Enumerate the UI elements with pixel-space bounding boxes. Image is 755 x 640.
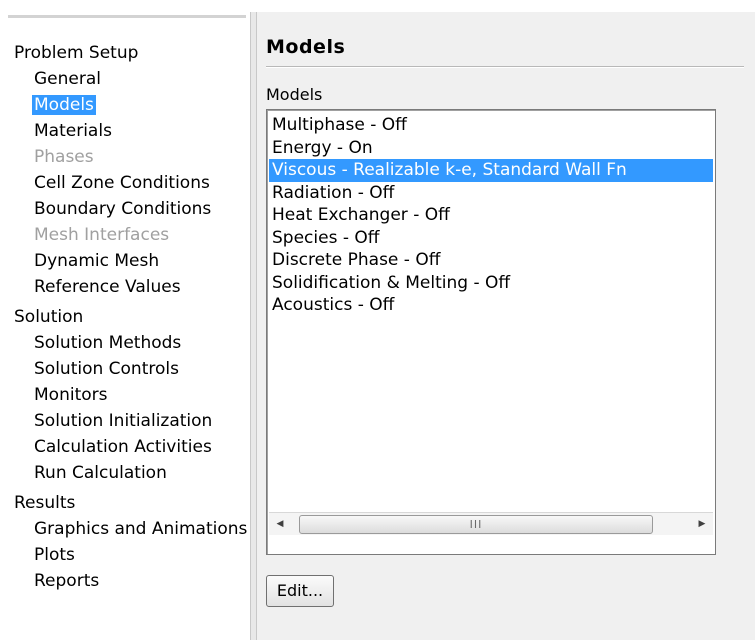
edit-button[interactable]: Edit... [266, 575, 334, 607]
nav-item-label: Mesh Interfaces [34, 225, 170, 245]
models-list: Multiphase - Off Energy - On Viscous - Rea… [269, 114, 713, 317]
model-list-item[interactable]: Radiation - Off [269, 182, 713, 205]
nav-item: Mesh Interfaces [0, 222, 250, 248]
navigation-pane: Problem Setup General Models Materials Phase… [0, 0, 250, 640]
nav-section-heading[interactable]: Results [0, 490, 250, 516]
nav-item[interactable]: Dynamic Mesh [0, 248, 250, 274]
nav-item-label: Run Calculation [34, 463, 167, 483]
nav-item[interactable]: Run Calculation [0, 460, 250, 486]
nav-item[interactable]: Solution Methods [0, 330, 250, 356]
model-list-item[interactable]: Species - Off [269, 227, 713, 250]
title-divider [266, 66, 744, 68]
nav-item-label: Plots [34, 545, 75, 565]
scroll-right-arrow-icon[interactable]: ▶ [691, 513, 713, 535]
nav-item[interactable]: Solution Initialization [0, 408, 250, 434]
nav-item[interactable]: Cell Zone Conditions [0, 170, 250, 196]
nav-item-label: Solution Controls [34, 359, 179, 379]
nav-section: Problem Setup General Models Materials Phase… [0, 40, 250, 300]
nav-item-label: Solution Methods [34, 333, 182, 353]
nav-item[interactable]: Graphics and Animations [0, 516, 250, 542]
nav-section: Solution Solution Methods Solution Control… [0, 304, 250, 486]
nav-item-list: Solution Methods Solution Controls Monitor… [0, 330, 250, 486]
navigation-top-divider [8, 15, 246, 18]
nav-item-label: Reference Values [34, 277, 181, 297]
nav-item[interactable]: General [0, 66, 250, 92]
nav-item[interactable]: Models [0, 92, 250, 118]
nav-item-label: General [34, 69, 101, 89]
scroll-left-arrow-icon[interactable]: ◀ [269, 513, 291, 535]
nav-item-label: Materials [34, 121, 112, 141]
horizontal-scrollbar[interactable]: ◀ III ▶ [269, 512, 713, 535]
nav-item[interactable]: Calculation Activities [0, 434, 250, 460]
nav-item-label: Phases [34, 147, 94, 167]
nav-item-label: Solution Initialization [34, 411, 213, 431]
model-list-item[interactable]: Heat Exchanger - Off [269, 204, 713, 227]
nav-item-label: Calculation Activities [34, 437, 212, 457]
nav-item[interactable]: Reports [0, 568, 250, 594]
nav-item-label: Dynamic Mesh [34, 251, 160, 271]
nav-item-list: Graphics and Animations Plots Reports [0, 516, 250, 594]
scrollbar-grip-icon: III [469, 518, 483, 531]
nav-item[interactable]: Plots [0, 542, 250, 568]
nav-section-heading[interactable]: Problem Setup [0, 40, 250, 66]
navigation-tree: Problem Setup General Models Materials Phase… [0, 40, 250, 598]
nav-item[interactable]: Reference Values [0, 274, 250, 300]
page-title: Models [266, 36, 346, 58]
fluent-task-window: Problem Setup General Models Materials Phase… [0, 0, 755, 640]
model-list-item[interactable]: Viscous - Realizable k-e, Standard Wall … [269, 159, 713, 182]
nav-item[interactable]: Monitors [0, 382, 250, 408]
model-list-item[interactable]: Acoustics - Off [269, 294, 713, 317]
models-listbox[interactable]: Multiphase - Off Energy - On Viscous - Rea… [266, 109, 716, 555]
nav-item-label: Monitors [34, 385, 108, 405]
scrollbar-thumb[interactable]: III [299, 515, 653, 534]
nav-item-label: Cell Zone Conditions [34, 173, 210, 193]
model-list-item[interactable]: Solidification & Melting - Off [269, 272, 713, 295]
nav-item-label: Models [32, 95, 96, 115]
models-list-label: Models [266, 85, 323, 104]
model-list-item[interactable]: Discrete Phase - Off [269, 249, 713, 272]
nav-item-list: General Models Materials Phases Cell Zone Co… [0, 66, 250, 300]
nav-item[interactable]: Materials [0, 118, 250, 144]
nav-section-heading[interactable]: Solution [0, 304, 250, 330]
nav-section: Results Graphics and Animations Plots Repor… [0, 490, 250, 594]
models-task-page: Models Models Multiphase - Off Energy - O… [257, 12, 755, 640]
nav-item-label: Graphics and Animations [34, 519, 248, 539]
nav-item-label: Reports [34, 571, 100, 591]
model-list-item[interactable]: Multiphase - Off [269, 114, 713, 137]
nav-item: Phases [0, 144, 250, 170]
pane-splitter[interactable] [250, 12, 257, 640]
nav-item[interactable]: Boundary Conditions [0, 196, 250, 222]
model-list-item[interactable]: Energy - On [269, 137, 713, 160]
nav-item[interactable]: Solution Controls [0, 356, 250, 382]
nav-item-label: Boundary Conditions [34, 199, 212, 219]
